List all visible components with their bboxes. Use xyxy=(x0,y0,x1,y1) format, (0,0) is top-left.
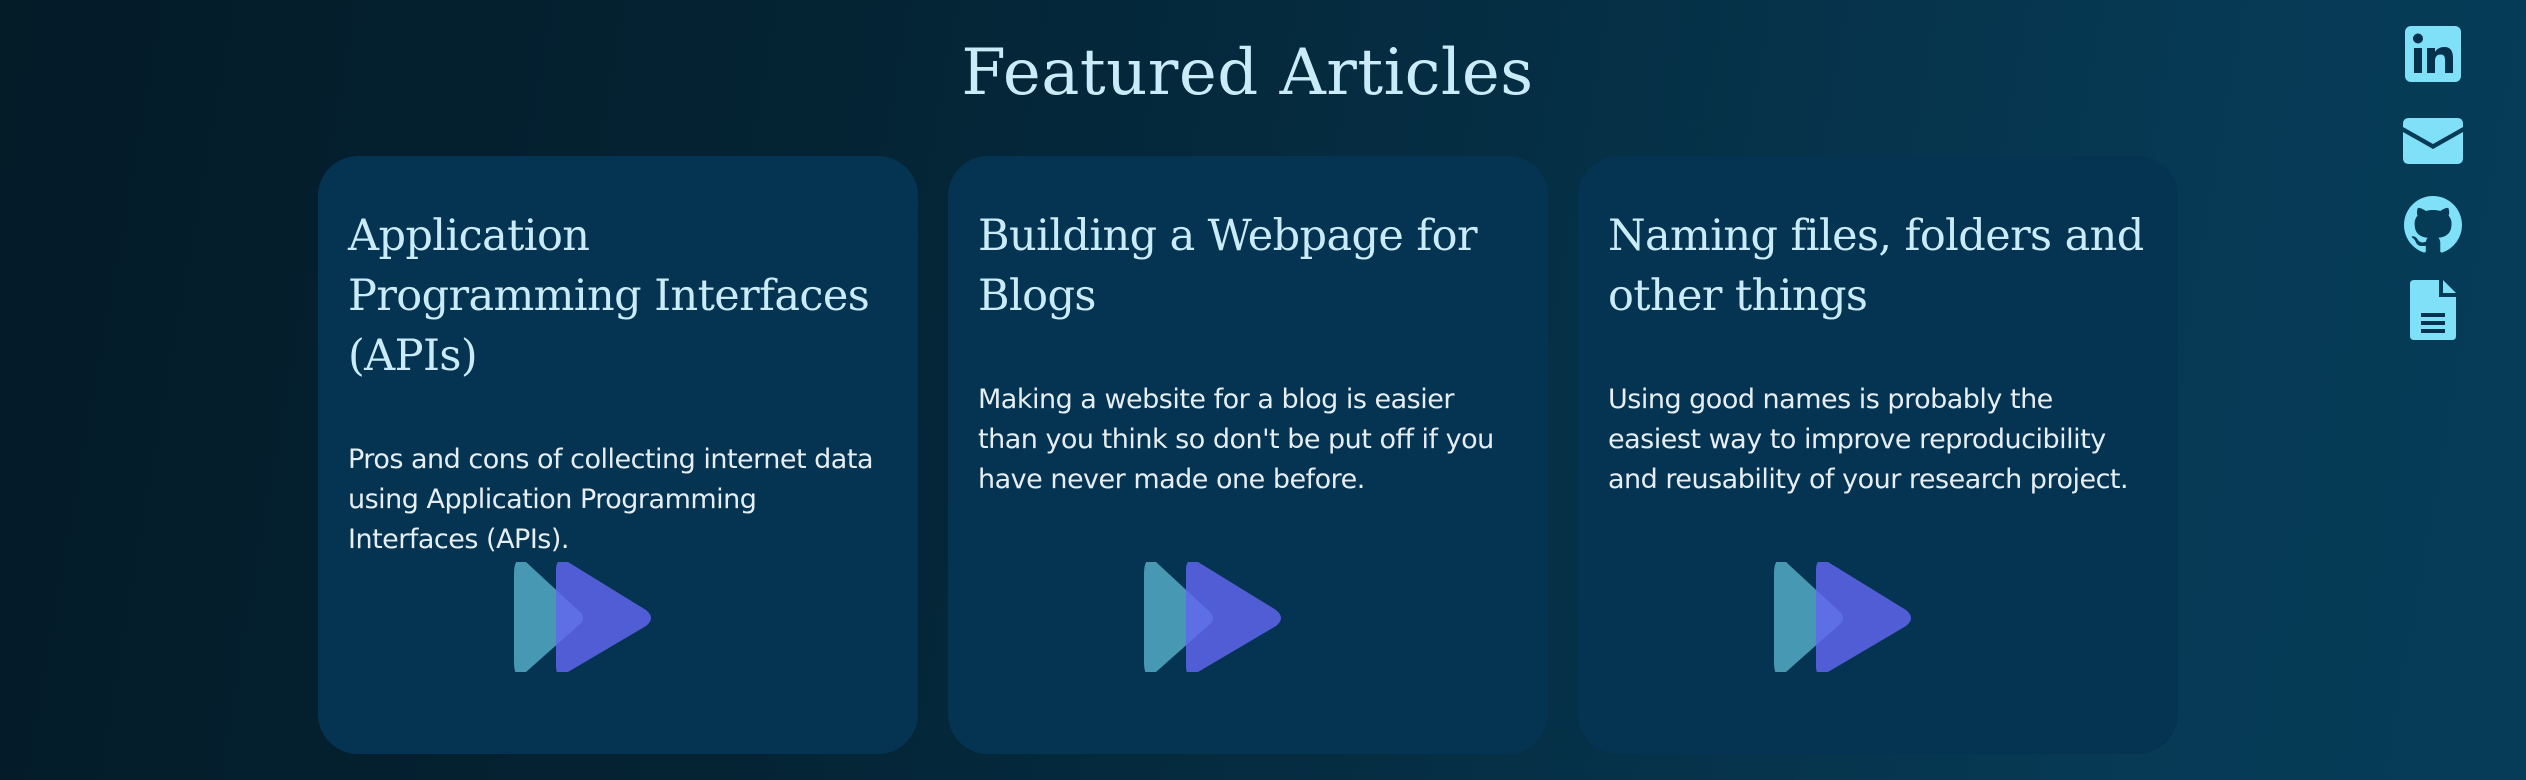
play-forward-icon xyxy=(1774,562,1911,672)
github-icon xyxy=(2404,196,2462,253)
social-links xyxy=(2400,26,2466,340)
article-title[interactable]: Naming files, folders and other things xyxy=(1608,206,2148,326)
article-card-webpage-for-blogs[interactable]: Building a Webpage for Blogs Making a we… xyxy=(948,156,1548,754)
linkedin-icon xyxy=(2405,26,2461,82)
article-card-naming-files[interactable]: Naming files, folders and other things U… xyxy=(1578,156,2178,754)
article-card-apis[interactable]: Application Programming Interfaces (APIs… xyxy=(318,156,918,754)
article-description: Using good names is probably the easiest… xyxy=(1608,384,2129,495)
document-icon xyxy=(2410,280,2456,340)
page-title: Featured Articles xyxy=(961,36,1534,110)
play-forward-icon xyxy=(1144,562,1281,672)
email-link[interactable] xyxy=(2403,118,2463,164)
article-description: Pros and cons of collecting internet dat… xyxy=(348,444,873,555)
cv-link[interactable] xyxy=(2410,280,2456,340)
linkedin-link[interactable] xyxy=(2405,26,2461,82)
article-description: Making a website for a blog is easier th… xyxy=(978,384,1494,495)
envelope-icon xyxy=(2403,118,2463,164)
article-title[interactable]: Building a Webpage for Blogs xyxy=(978,206,1518,326)
featured-articles-list: Application Programming Interfaces (APIs… xyxy=(318,156,2178,754)
article-title[interactable]: Application Programming Interfaces (APIs… xyxy=(348,206,888,386)
github-link[interactable] xyxy=(2404,196,2462,254)
play-forward-icon xyxy=(514,562,651,672)
